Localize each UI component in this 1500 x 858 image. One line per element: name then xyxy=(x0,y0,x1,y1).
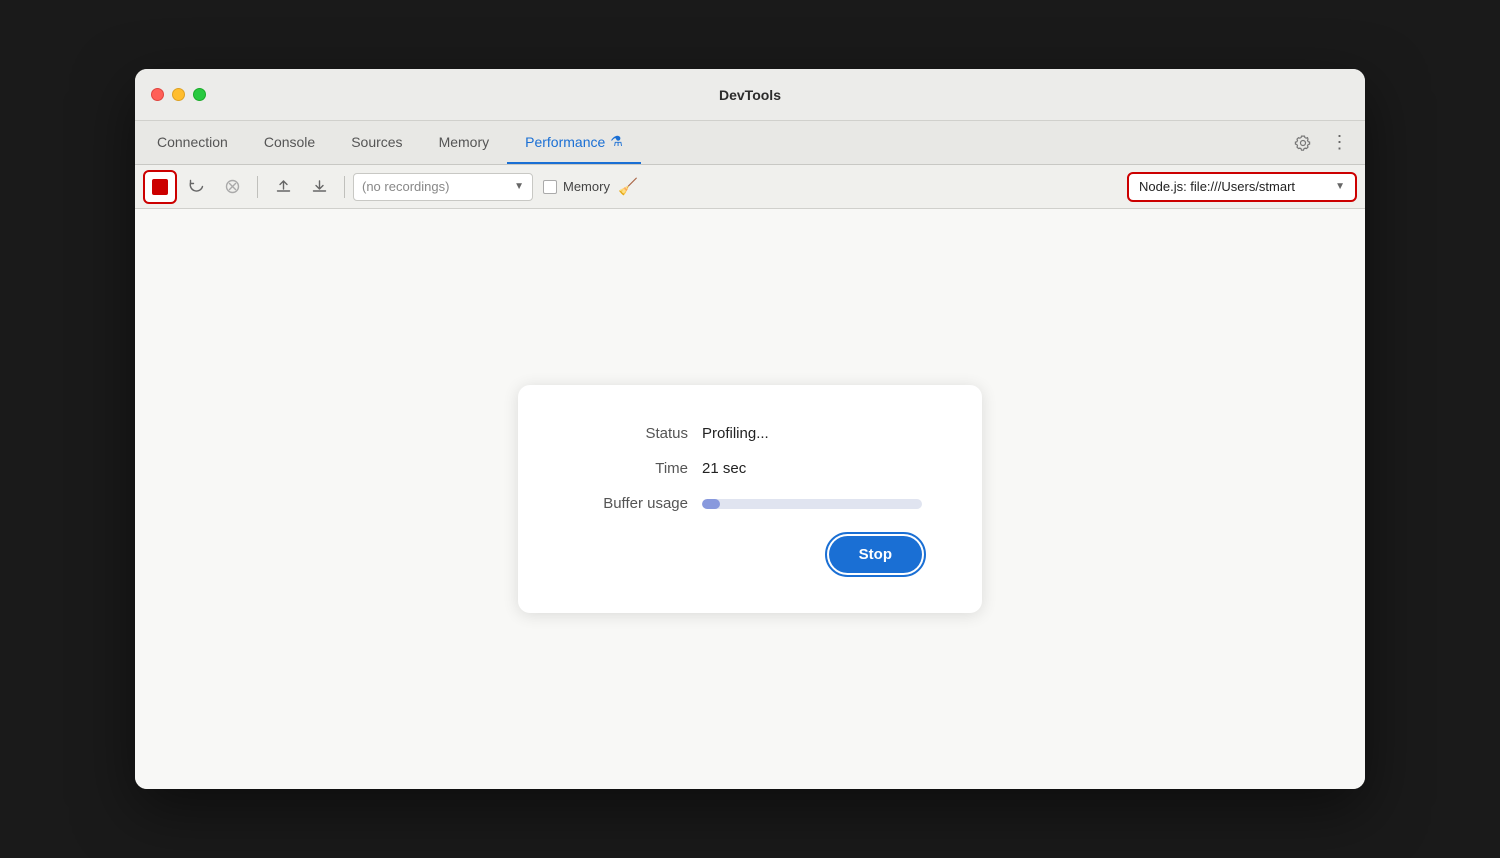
tab-memory[interactable]: Memory xyxy=(421,121,508,164)
main-content: Status Profiling... Time 21 sec Buffer u… xyxy=(135,209,1365,789)
kebab-icon: ⋮ xyxy=(1331,132,1348,153)
recording-select-text: (no recordings) xyxy=(362,179,510,194)
stop-button[interactable]: Stop xyxy=(829,536,922,573)
recording-select[interactable]: (no recordings) ▼ xyxy=(353,173,533,201)
upload-button[interactable] xyxy=(266,170,300,204)
toolbar: (no recordings) ▼ Memory 🧹 Node.js: file… xyxy=(135,165,1365,209)
record-stop-icon xyxy=(152,179,168,195)
status-row: Status Profiling... xyxy=(568,425,922,442)
upload-icon xyxy=(275,178,292,195)
tabbar-actions: ⋮ xyxy=(1289,121,1353,164)
window-title: DevTools xyxy=(719,87,781,103)
stop-btn-row: Stop xyxy=(568,536,922,573)
buffer-row: Buffer usage xyxy=(568,495,922,512)
memory-section: Memory 🧹 xyxy=(543,177,638,197)
reload-icon xyxy=(188,178,205,195)
toolbar-separator-2 xyxy=(344,176,345,198)
memory-checkbox[interactable] xyxy=(543,180,557,194)
traffic-lights xyxy=(151,88,206,101)
tab-sources[interactable]: Sources xyxy=(333,121,420,164)
toolbar-separator-1 xyxy=(257,176,258,198)
titlebar: DevTools xyxy=(135,69,1365,121)
target-dropdown-arrow-icon: ▼ xyxy=(1335,181,1345,192)
tab-console[interactable]: Console xyxy=(246,121,333,164)
tab-performance[interactable]: Performance ⚗ xyxy=(507,121,641,164)
time-label: Time xyxy=(568,460,688,477)
memory-sweep-icon[interactable]: 🧹 xyxy=(618,177,638,197)
close-button[interactable] xyxy=(151,88,164,101)
settings-button[interactable] xyxy=(1289,129,1317,157)
clear-button[interactable] xyxy=(215,170,249,204)
target-select[interactable]: Node.js: file:///Users/stmart ▼ xyxy=(1127,172,1357,202)
record-button[interactable] xyxy=(143,170,177,204)
dropdown-arrow-icon: ▼ xyxy=(514,181,524,192)
time-row: Time 21 sec xyxy=(568,460,922,477)
clear-icon xyxy=(224,178,241,195)
target-select-text: Node.js: file:///Users/stmart xyxy=(1139,179,1329,194)
buffer-bar-container xyxy=(702,499,922,509)
tab-connection[interactable]: Connection xyxy=(139,121,246,164)
maximize-button[interactable] xyxy=(193,88,206,101)
tabbar: Connection Console Sources Memory Perfor… xyxy=(135,121,1365,165)
memory-label[interactable]: Memory xyxy=(563,179,610,194)
download-icon xyxy=(311,178,328,195)
reload-record-button[interactable] xyxy=(179,170,213,204)
status-value: Profiling... xyxy=(702,425,769,442)
time-value: 21 sec xyxy=(702,460,746,477)
gear-icon xyxy=(1294,134,1312,152)
more-options-button[interactable]: ⋮ xyxy=(1325,129,1353,157)
buffer-bar-fill xyxy=(702,499,720,509)
toolbar-right: Node.js: file:///Users/stmart ▼ xyxy=(1127,172,1357,202)
performance-icon: ⚗ xyxy=(610,133,623,150)
download-button[interactable] xyxy=(302,170,336,204)
status-label: Status xyxy=(568,425,688,442)
minimize-button[interactable] xyxy=(172,88,185,101)
devtools-window: DevTools Connection Console Sources Memo… xyxy=(135,69,1365,789)
status-card: Status Profiling... Time 21 sec Buffer u… xyxy=(518,385,982,613)
buffer-label: Buffer usage xyxy=(568,495,688,512)
